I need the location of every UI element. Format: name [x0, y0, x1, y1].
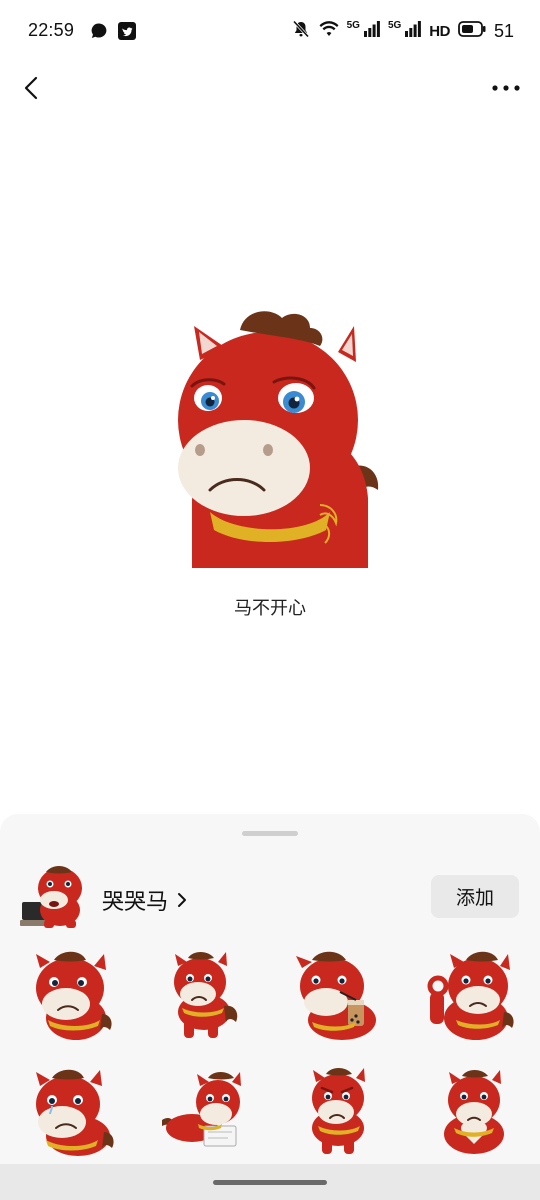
sticker-item[interactable] [158, 948, 248, 1042]
add-pack-button[interactable]: 添加 [431, 875, 519, 918]
status-right-group: 5G 5G HD 51 [291, 20, 514, 43]
mute-icon [291, 20, 311, 43]
top-app-bar [0, 64, 540, 112]
sticker-item[interactable] [28, 1064, 118, 1158]
horse-lying-writing-sticker [162, 1072, 241, 1147]
sticker-item[interactable] [292, 948, 382, 1042]
sticker-item[interactable] [298, 1064, 388, 1158]
home-indicator[interactable] [213, 1180, 327, 1185]
horse-drinking-tea-sticker [296, 951, 376, 1040]
horse-heart-hands-sticker [444, 1070, 504, 1154]
pack-title: 哭哭马 [102, 889, 169, 914]
chevron-right-icon [178, 893, 187, 907]
network-label-1: 5G [346, 20, 360, 31]
more-options-button[interactable] [490, 72, 522, 104]
horse-sad-standing-sticker [174, 952, 238, 1038]
sheet-drag-handle[interactable] [242, 831, 298, 836]
pack-title-link[interactable]: 哭哭马 [102, 884, 188, 916]
system-nav-bar [0, 1164, 540, 1200]
chat-bubble-icon [90, 22, 108, 45]
sticker-item[interactable] [158, 1064, 248, 1158]
status-time: 22:59 [28, 20, 75, 40]
status-bar: 22:59 5G 5G HD 51 [0, 0, 540, 64]
horse-tearful-sticker [36, 1069, 114, 1156]
signal-icon [405, 21, 422, 42]
back-button[interactable] [16, 72, 48, 104]
signal-icon [363, 21, 380, 42]
sticker-preview[interactable] [170, 300, 380, 568]
horse-laptop-sticker-image [20, 866, 82, 928]
battery-level: 51 [493, 21, 514, 41]
sticker-pack-sheet: 哭哭马 添加 [0, 814, 540, 1164]
battery-icon [458, 21, 486, 42]
horse-angry-sticker [312, 1068, 365, 1154]
pack-thumbnail[interactable] [20, 864, 86, 932]
more-dots-icon [492, 85, 520, 91]
network-label-2: 5G [387, 20, 402, 31]
sticker-item[interactable] [28, 948, 118, 1042]
horse-sad-shrug-sticker [36, 951, 112, 1040]
sticker-item[interactable] [426, 948, 516, 1042]
hd-label: HD [429, 23, 450, 40]
sticker-item[interactable] [428, 1064, 518, 1158]
twitter-icon [118, 22, 136, 45]
wifi-icon [319, 21, 339, 42]
sticker-caption: 马不开心 [234, 598, 306, 618]
back-arrow-icon [24, 76, 38, 100]
horse-ok-gesture-sticker [427, 951, 514, 1040]
sad-horse-sticker-image [178, 311, 379, 568]
